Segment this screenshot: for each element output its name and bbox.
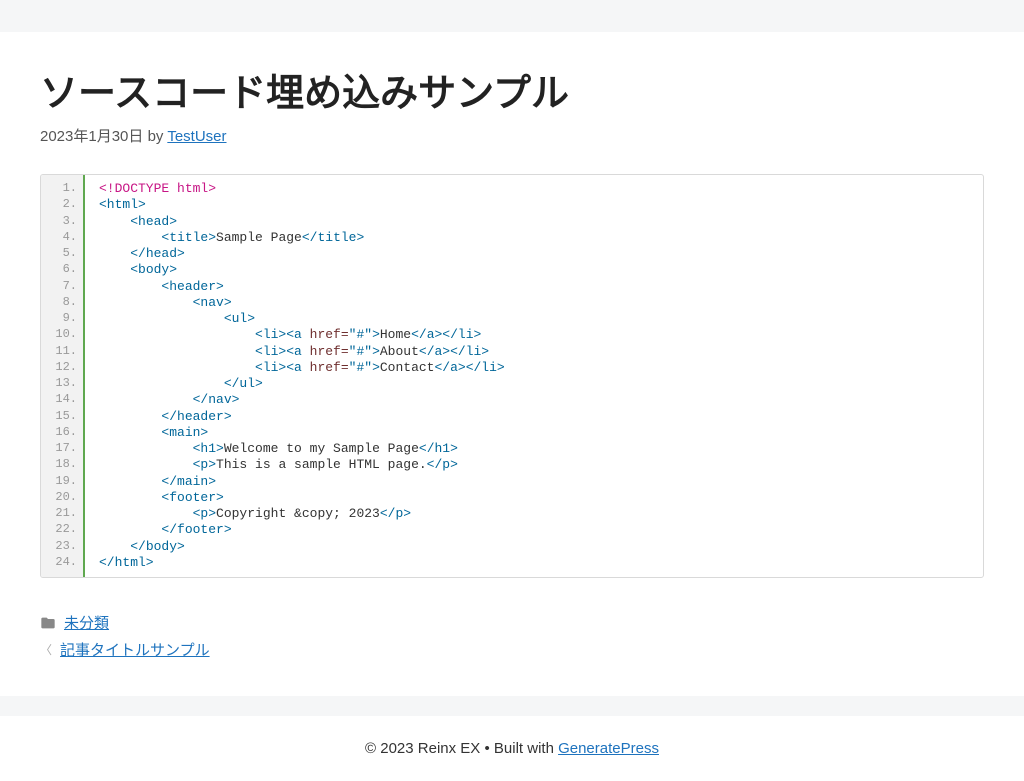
post-title: ソースコード埋め込みサンプル — [40, 62, 984, 117]
footer-builder-link[interactable]: GeneratePress — [558, 740, 659, 757]
code-content: <ul> — [85, 311, 983, 327]
line-number: 9. — [41, 311, 85, 327]
code-content: </main> — [85, 474, 983, 490]
code-content: <head> — [85, 214, 983, 230]
meta-by: by — [148, 128, 164, 145]
code-content: </html> — [85, 555, 983, 577]
post-author-link[interactable]: TestUser — [167, 128, 226, 145]
post-footer-meta: 未分類 〈 記事タイトルサンプル — [40, 612, 984, 660]
code-content: <footer> — [85, 490, 983, 506]
line-number: 3. — [41, 214, 85, 230]
code-content: <p>This is a sample HTML page.</p> — [85, 457, 983, 473]
code-content: <li><a href="#">About</a></li> — [85, 344, 983, 360]
category-link[interactable]: 未分類 — [64, 612, 109, 633]
code-content: <li><a href="#">Home</a></li> — [85, 327, 983, 343]
line-number: 15. — [41, 409, 85, 425]
code-content: <!DOCTYPE html> — [85, 175, 983, 197]
code-line: 6. <body> — [41, 262, 983, 278]
code-line: 22. </footer> — [41, 522, 983, 538]
code-line: 1.<!DOCTYPE html> — [41, 175, 983, 197]
code-line: 24.</html> — [41, 555, 983, 577]
line-number: 1. — [41, 175, 85, 197]
line-number: 17. — [41, 441, 85, 457]
code-line: 7. <header> — [41, 279, 983, 295]
code-line: 21. <p>Copyright &copy; 2023</p> — [41, 506, 983, 522]
code-content: <li><a href="#">Contact</a></li> — [85, 360, 983, 376]
site-footer: © 2023 Reinx EX • Built with GeneratePre… — [0, 716, 1024, 781]
code-content: </ul> — [85, 376, 983, 392]
line-number: 16. — [41, 425, 85, 441]
code-line: 23. </body> — [41, 539, 983, 555]
code-line: 12. <li><a href="#">Contact</a></li> — [41, 360, 983, 376]
line-number: 10. — [41, 327, 85, 343]
code-line: 4. <title>Sample Page</title> — [41, 230, 983, 246]
line-number: 22. — [41, 522, 85, 538]
category-row: 未分類 — [40, 612, 984, 633]
line-number: 14. — [41, 392, 85, 408]
code-line: 11. <li><a href="#">About</a></li> — [41, 344, 983, 360]
chevron-left-icon: 〈 — [40, 641, 52, 658]
folder-icon — [40, 615, 56, 631]
code-line: 10. <li><a href="#">Home</a></li> — [41, 327, 983, 343]
line-number: 2. — [41, 197, 85, 213]
code-content: <h1>Welcome to my Sample Page</h1> — [85, 441, 983, 457]
line-number: 12. — [41, 360, 85, 376]
code-line: 8. <nav> — [41, 295, 983, 311]
code-block: 1.<!DOCTYPE html>2.<html>3. <head>4. <ti… — [40, 174, 984, 578]
code-line: 2.<html> — [41, 197, 983, 213]
code-content: </nav> — [85, 392, 983, 408]
code-line: 5. </head> — [41, 246, 983, 262]
code-line: 19. </main> — [41, 474, 983, 490]
prev-post-link[interactable]: 記事タイトルサンプル — [60, 639, 210, 660]
post-meta-line: 2023年1月30日 by TestUser — [40, 125, 984, 146]
line-number: 11. — [41, 344, 85, 360]
line-number: 24. — [41, 555, 85, 577]
code-content: <body> — [85, 262, 983, 278]
line-number: 19. — [41, 474, 85, 490]
section-gap — [0, 696, 1024, 716]
code-content: <p>Copyright &copy; 2023</p> — [85, 506, 983, 522]
code-line: 9. <ul> — [41, 311, 983, 327]
code-content: </header> — [85, 409, 983, 425]
footer-copyright: © 2023 Reinx EX • Built with — [365, 740, 558, 757]
code-line: 3. <head> — [41, 214, 983, 230]
code-line: 18. <p>This is a sample HTML page.</p> — [41, 457, 983, 473]
line-number: 6. — [41, 262, 85, 278]
line-number: 21. — [41, 506, 85, 522]
post-date: 2023年1月30日 — [40, 128, 143, 145]
code-content: <nav> — [85, 295, 983, 311]
code-line: 20. <footer> — [41, 490, 983, 506]
code-content: <title>Sample Page</title> — [85, 230, 983, 246]
code-line: 15. </header> — [41, 409, 983, 425]
code-content: <html> — [85, 197, 983, 213]
code-line: 13. </ul> — [41, 376, 983, 392]
line-number: 18. — [41, 457, 85, 473]
code-line: 16. <main> — [41, 425, 983, 441]
line-number: 13. — [41, 376, 85, 392]
prev-post-row: 〈 記事タイトルサンプル — [40, 639, 984, 660]
line-number: 8. — [41, 295, 85, 311]
code-content: </body> — [85, 539, 983, 555]
article-container: ソースコード埋め込みサンプル 2023年1月30日 by TestUser 1.… — [0, 32, 1024, 696]
code-content: <main> — [85, 425, 983, 441]
line-number: 23. — [41, 539, 85, 555]
line-number: 4. — [41, 230, 85, 246]
code-line: 14. </nav> — [41, 392, 983, 408]
code-content: </head> — [85, 246, 983, 262]
line-number: 7. — [41, 279, 85, 295]
line-number: 5. — [41, 246, 85, 262]
code-content: </footer> — [85, 522, 983, 538]
top-spacer — [0, 0, 1024, 32]
code-content: <header> — [85, 279, 983, 295]
code-line: 17. <h1>Welcome to my Sample Page</h1> — [41, 441, 983, 457]
line-number: 20. — [41, 490, 85, 506]
